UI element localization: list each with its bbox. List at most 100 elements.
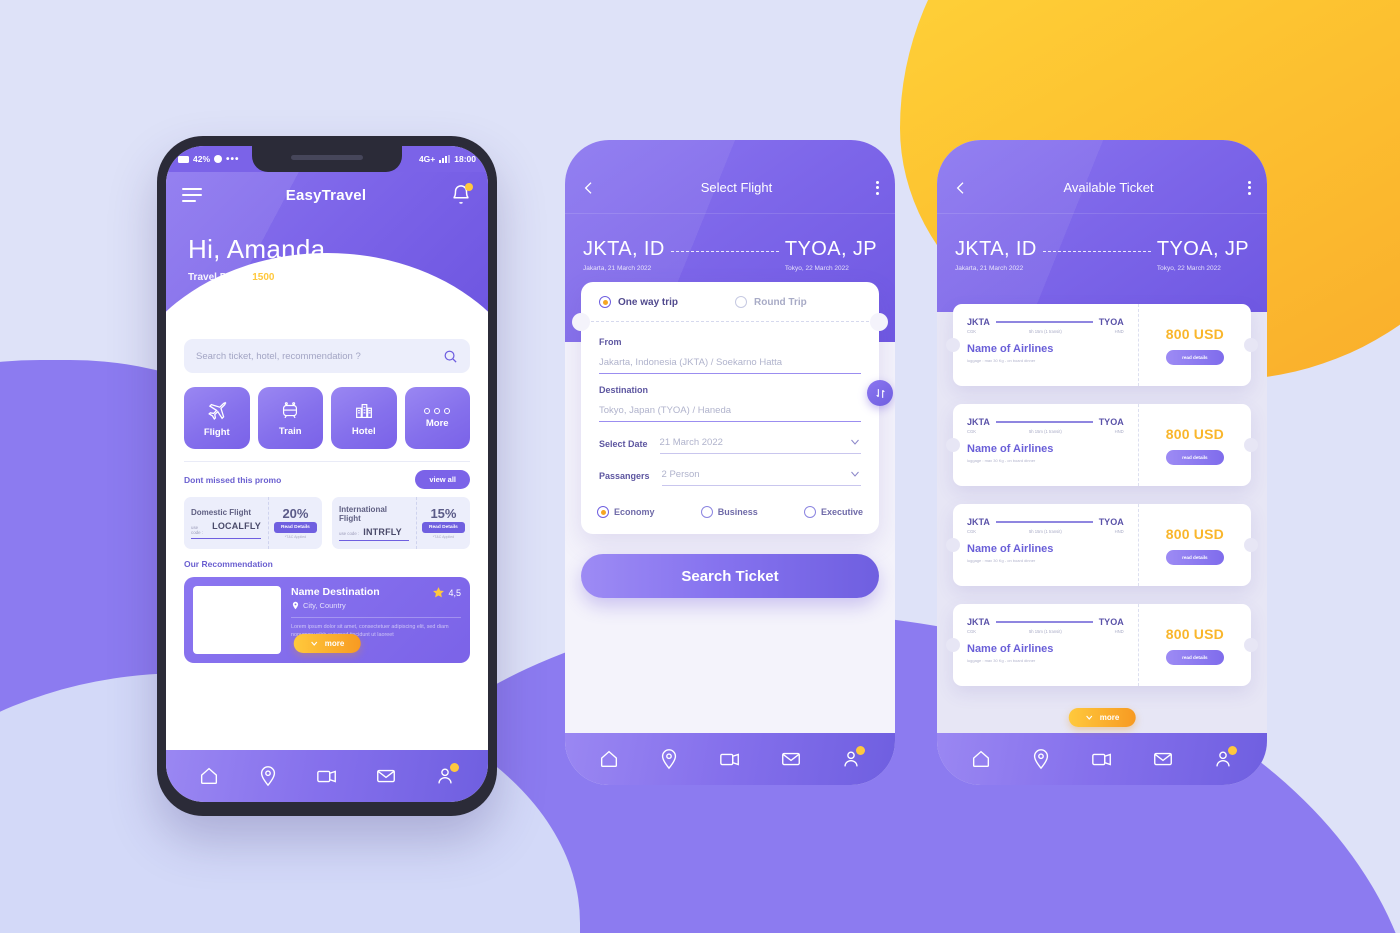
date-field: Select Date 21 March 2022 xyxy=(581,422,879,454)
ticket-origin-code: JKTA xyxy=(967,617,990,627)
recommendation-card[interactable]: Name Destination City, Country 4,5 Lorem… xyxy=(184,577,470,663)
rating-value: 4,5 xyxy=(448,587,461,598)
category-label: Train xyxy=(278,425,302,437)
airline-name: Name of Airlines xyxy=(967,543,1054,555)
route-summary: JKTA, ID Jakarta, 21 March 2022 TYOA, JP… xyxy=(937,214,1267,298)
load-more-button[interactable]: more xyxy=(1068,708,1136,727)
nav-home-button[interactable] xyxy=(598,748,620,770)
nav-ticket-button[interactable] xyxy=(718,748,742,770)
view-all-button[interactable]: view all xyxy=(415,470,470,489)
back-arrow-icon[interactable] xyxy=(581,180,597,196)
nav-ticket-button[interactable] xyxy=(315,765,339,787)
signal-bars-icon xyxy=(439,155,451,163)
promo-percent: 20% xyxy=(282,506,309,521)
battery-icon xyxy=(178,155,189,163)
class-economy[interactable]: Economy xyxy=(597,506,655,518)
profile-badge xyxy=(449,763,459,772)
destination-location: City, Country xyxy=(291,601,380,610)
trip-type-label: Round Trip xyxy=(754,296,807,308)
trip-type-one-way[interactable]: One way trip xyxy=(599,296,725,308)
class-label: Economy xyxy=(614,507,655,517)
nav-profile-button[interactable] xyxy=(1212,746,1237,770)
category-train-button[interactable]: Train xyxy=(257,387,323,449)
read-details-button[interactable]: read details xyxy=(1166,549,1224,565)
promo-card[interactable]: Domestic Flight use code : LOCALFLY 20% … xyxy=(184,497,322,549)
nav-profile-button[interactable] xyxy=(840,746,865,770)
available-ticket-header: Available Ticket JKTA, ID Jakarta, 21 Ma… xyxy=(937,140,1267,312)
more-button[interactable]: more xyxy=(293,634,361,653)
nav-mail-button[interactable] xyxy=(1152,748,1174,770)
kebab-menu-icon[interactable] xyxy=(875,180,879,195)
read-details-button[interactable]: Read Details xyxy=(422,522,465,533)
ticket-icon xyxy=(1092,753,1111,766)
ticket-card[interactable]: JKTA TYOA CGK 5h 15m (1 transit) HND Nam… xyxy=(953,304,1251,386)
baggage-info: luggage : max 30 Kg - on board dinner xyxy=(967,358,1036,363)
promo-card[interactable]: International Flight use code : INTRFLY … xyxy=(332,497,470,549)
kebab-menu-icon[interactable] xyxy=(1248,180,1251,195)
nav-mail-button[interactable] xyxy=(780,748,802,770)
category-more-button[interactable]: More xyxy=(404,387,470,449)
back-arrow-icon[interactable] xyxy=(953,180,969,196)
promo-terms: *T&C Applied xyxy=(432,535,455,539)
nav-home-button[interactable] xyxy=(198,765,220,787)
category-hotel-button[interactable]: Hotel xyxy=(331,387,397,449)
hamburger-menu-icon[interactable] xyxy=(182,188,202,202)
date-value: 21 March 2022 xyxy=(659,436,723,448)
from-input[interactable]: Jakarta, Indonesia (JKTA) / Soekarno Hat… xyxy=(599,350,861,374)
flight-path-line xyxy=(995,421,1093,423)
nav-profile-button[interactable] xyxy=(434,763,459,787)
device-notch xyxy=(252,146,402,172)
promo-use-code-label: use code : xyxy=(191,524,203,535)
nav-mail-button[interactable] xyxy=(375,765,397,787)
category-flight-button[interactable]: Flight xyxy=(184,387,250,449)
battery-percent: 42% xyxy=(193,154,211,164)
origin-code: JKTA, ID xyxy=(955,238,1037,260)
location-pin-icon xyxy=(661,749,677,770)
travel-points: Travel Points 1500 xyxy=(188,272,466,283)
home-hero-header: EasyTravel Hi, Amanda Travel Points 1500 xyxy=(166,172,488,337)
ticket-notch-separator xyxy=(572,313,888,331)
ticket-card[interactable]: JKTA TYOA CGK 5h 15m (1 transit) HND Nam… xyxy=(953,604,1251,686)
airline-name: Name of Airlines xyxy=(967,443,1054,455)
status-dot-icon xyxy=(214,155,223,163)
destination-input[interactable]: Tokyo, Japan (TYOA) / Haneda xyxy=(599,398,861,422)
travel-points-label: Travel Points xyxy=(188,272,251,283)
destination-code: TYOA, JP xyxy=(1156,238,1249,260)
ticket-card[interactable]: JKTA TYOA CGK 5h 15m (1 transit) HND Nam… xyxy=(953,504,1251,586)
read-details-button[interactable]: Read Details xyxy=(274,522,317,533)
cabin-class-selector: Economy Business Executive xyxy=(581,486,879,518)
trip-type-round-trip[interactable]: Round Trip xyxy=(735,296,861,308)
promo-terms: *T&C Applied xyxy=(284,535,307,539)
chevron-down-icon xyxy=(851,471,859,477)
search-input[interactable]: Search ticket, hotel, recommendation ? xyxy=(184,339,470,373)
class-executive[interactable]: Executive xyxy=(803,506,863,518)
nav-ticket-button[interactable] xyxy=(1090,748,1114,770)
swap-route-button[interactable] xyxy=(867,380,893,406)
nav-location-button[interactable] xyxy=(1030,748,1052,770)
star-icon xyxy=(433,587,445,598)
flight-path-line xyxy=(995,621,1093,623)
passengers-select[interactable]: 2 Person xyxy=(661,468,861,486)
route-dashed-line xyxy=(670,251,779,252)
read-details-button[interactable]: read details xyxy=(1166,349,1224,365)
nav-location-button[interactable] xyxy=(257,765,279,787)
flight-duration: 5h 15m (1 transit) xyxy=(1028,329,1062,334)
search-ticket-button[interactable]: Search Ticket xyxy=(581,554,879,598)
search-icon xyxy=(444,350,457,363)
ticket-price: 800 USD xyxy=(1165,525,1224,542)
radio-button-selected xyxy=(597,506,609,518)
profile-badge xyxy=(1228,746,1237,755)
notification-bell-button[interactable] xyxy=(450,183,473,206)
ticket-card[interactable]: JKTA TYOA CGK 5h 15m (1 transit) HND Nam… xyxy=(953,404,1251,486)
phone-mockup-home: 42% ••• 4G+ 18:00 EasyTravel Hi, Amanda … xyxy=(157,136,497,816)
class-business[interactable]: Business xyxy=(700,506,758,518)
date-select[interactable]: 21 March 2022 xyxy=(659,436,861,454)
nav-home-button[interactable] xyxy=(970,748,992,770)
nav-location-button[interactable] xyxy=(658,748,680,770)
read-details-button[interactable]: read details xyxy=(1166,449,1224,465)
network-type: 4G+ xyxy=(418,154,436,164)
route-dashed-line xyxy=(1042,251,1151,252)
location-pin-icon xyxy=(292,601,299,610)
flight-duration: 5h 15m (1 transit) xyxy=(1028,429,1062,434)
read-details-button[interactable]: read details xyxy=(1166,649,1224,665)
